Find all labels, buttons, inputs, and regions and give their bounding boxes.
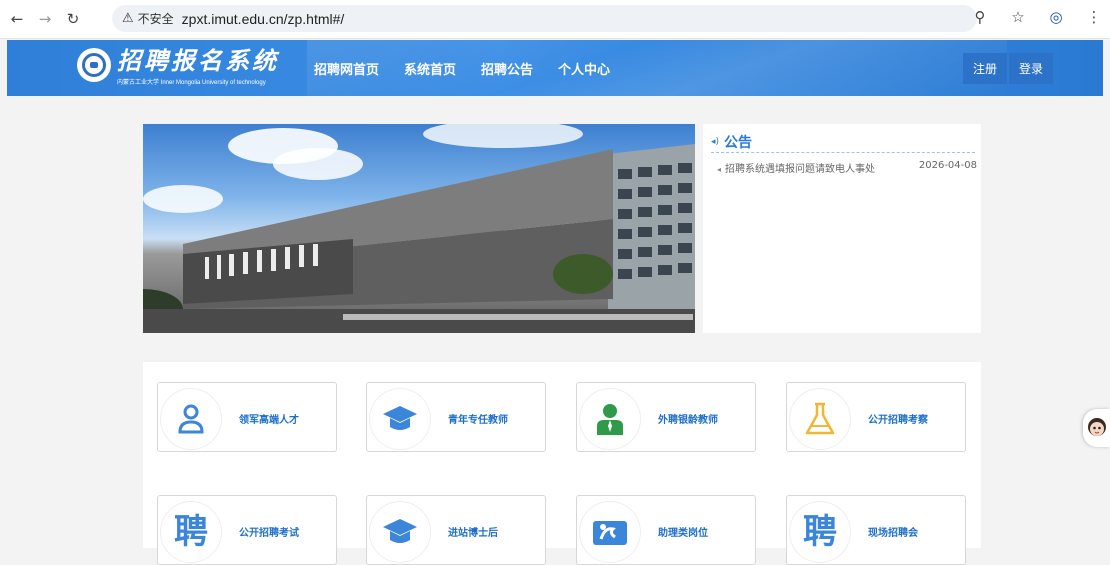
category-label: 公开招聘考察 <box>868 415 928 426</box>
assistant-avatar[interactable] <box>1083 409 1110 447</box>
menu-icon[interactable]: ⋮ <box>1084 8 1104 26</box>
category-card-inspection[interactable]: 公开招聘考察 <box>786 382 966 452</box>
category-label: 进站博士后 <box>448 528 498 539</box>
auth-buttons: 注册 登录 <box>961 53 1053 84</box>
nav-announcements[interactable]: 招聘公告 <box>481 59 533 78</box>
category-label: 青年专任教师 <box>448 415 508 426</box>
graduation-cap-icon <box>369 388 431 450</box>
category-label: 助理类岗位 <box>658 528 708 539</box>
person-icon <box>160 388 222 450</box>
site-logo[interactable]: 招聘报名系统 内蒙古工业大学 Inner Mongolia University… <box>77 46 279 86</box>
main-nav: 招聘网首页 系统首页 招聘公告 个人中心 <box>314 59 635 78</box>
nav-recruit-home[interactable]: 招聘网首页 <box>314 59 379 78</box>
pin-char-icon: 聘 <box>160 501 222 563</box>
reload-icon[interactable]: ↻ <box>62 8 84 30</box>
url-text[interactable]: zpxt.imut.edu.cn/zp.html#/ <box>182 11 345 27</box>
warning-icon: ⚠ <box>122 11 134 26</box>
login-button[interactable]: 登录 <box>1008 53 1053 84</box>
site-subtitle: 内蒙古工业大学 Inner Mongolia University of tec… <box>117 80 266 86</box>
security-indicator[interactable]: ⚠ 不安全 <box>112 10 182 27</box>
flask-icon <box>789 388 851 450</box>
category-card-young-teacher[interactable]: 青年专任教师 <box>366 382 546 452</box>
teacher-icon <box>579 388 641 450</box>
register-button[interactable]: 注册 <box>962 53 1007 84</box>
category-card-assistant[interactable]: 助理类岗位 <box>576 495 756 565</box>
notice-item-date: 2026-04-08 <box>918 160 977 171</box>
category-card-job-fair[interactable]: 聘 现场招聘会 <box>786 495 966 565</box>
assistant-icon <box>579 501 641 563</box>
graduation-cap-icon <box>369 501 431 563</box>
bookmark-star-icon[interactable]: ☆ <box>1008 8 1028 26</box>
category-card-senior-teacher[interactable]: 外聘银龄教师 <box>576 382 756 452</box>
category-label: 外聘银龄教师 <box>658 415 718 426</box>
address-bar[interactable]: ⚠ 不安全 zpxt.imut.edu.cn/zp.html#/ <box>112 5 977 32</box>
campus-banner-image <box>143 124 695 333</box>
category-label: 领军高端人才 <box>239 415 299 426</box>
speaker-small-icon: ◂ <box>717 165 722 174</box>
category-card-postdoc[interactable]: 进站博士后 <box>366 495 546 565</box>
speaker-icon: ◂) <box>711 137 720 147</box>
notice-header: ◂) 公告 <box>711 132 975 153</box>
notice-item[interactable]: ◂ 招聘系统遇填报问题请致电人事处 2026-04-08 <box>717 160 977 175</box>
pin-char-icon: 聘 <box>789 501 851 563</box>
university-emblem-icon <box>77 48 111 82</box>
back-icon[interactable]: ← <box>6 8 28 30</box>
nav-system-home[interactable]: 系统首页 <box>404 59 456 78</box>
notice-title: 公告 <box>724 135 753 151</box>
category-panel: 领军高端人才 青年专任教师 外聘银龄教师 公开招聘考察 聘 公开招聘考试 进站博… <box>143 362 981 565</box>
category-label: 公开招聘考试 <box>239 528 299 539</box>
profile-icon[interactable]: ◎ <box>1046 8 1066 26</box>
browser-toolbar: ← → ↻ ⚠ 不安全 zpxt.imut.edu.cn/zp.html#/ ⚲… <box>0 0 1110 39</box>
zoom-icon[interactable]: ⚲ <box>970 8 990 26</box>
notice-item-text[interactable]: 招聘系统遇填报问题请致电人事处 <box>725 164 875 175</box>
notice-panel: ◂) 公告 ◂ 招聘系统遇填报问题请致电人事处 2026-04-08 <box>703 124 981 333</box>
security-label: 不安全 <box>137 12 174 26</box>
forward-icon[interactable]: → <box>34 8 56 30</box>
nav-personal-center[interactable]: 个人中心 <box>558 59 610 78</box>
category-card-exam[interactable]: 聘 公开招聘考试 <box>157 495 337 565</box>
site-header: 招聘报名系统 内蒙古工业大学 Inner Mongolia University… <box>7 40 1103 96</box>
category-card-leading-talent[interactable]: 领军高端人才 <box>157 382 337 452</box>
category-label: 现场招聘会 <box>868 528 918 539</box>
site-title: 招聘报名系统 <box>117 46 279 75</box>
